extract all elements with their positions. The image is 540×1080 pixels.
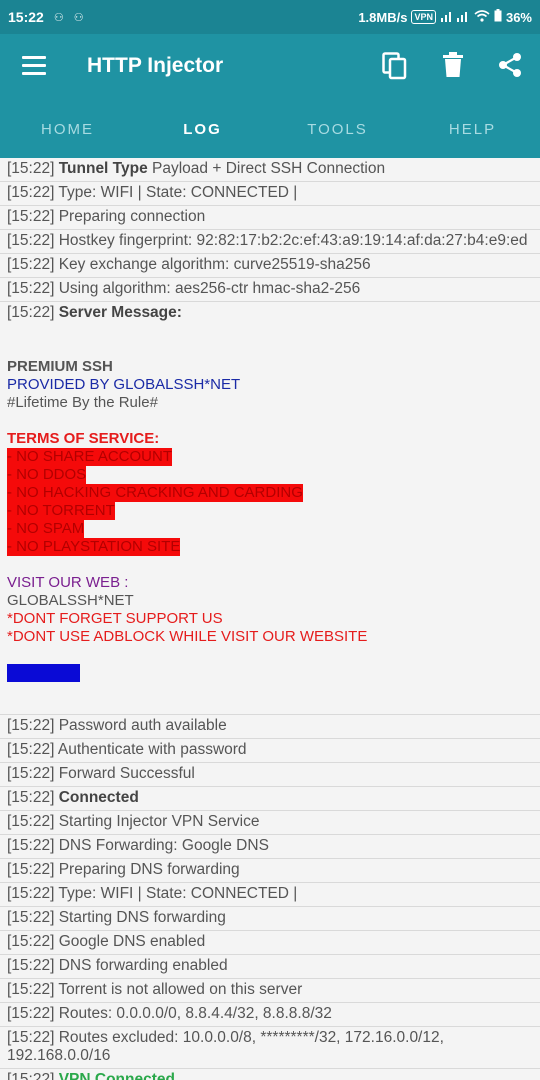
log-entry: [15:22] Password auth available xyxy=(0,715,540,739)
log-entry: [15:22] Connected xyxy=(0,787,540,811)
log-entry: [15:22] Type: WIFI | State: CONNECTED | xyxy=(0,883,540,907)
notification-icon: ⚇ xyxy=(53,11,64,24)
battery-level: 36% xyxy=(505,9,532,25)
banner-title: PREMIUM SSH xyxy=(7,358,113,375)
banner-tagline: #Lifetime By the Rule# xyxy=(7,394,158,411)
log-entry: [15:22] Routes excluded: 10.0.0.0/8, ***… xyxy=(0,1027,540,1069)
status-bar: 15:22 ⚇ ⚇ 1.8MB/s VPN 36% xyxy=(0,0,540,34)
website-name: GLOBALSSH*NET xyxy=(7,592,134,609)
app-bar: HTTP Injector xyxy=(0,34,540,100)
log-entry: [15:22] DNS forwarding enabled xyxy=(0,955,540,979)
status-time: 15:22 xyxy=(8,9,44,25)
adblock-note: *DONT USE ADBLOCK WHILE VISIT OUR WEBSIT… xyxy=(7,628,368,645)
log-entry: [15:22] Type: WIFI | State: CONNECTED | xyxy=(0,182,540,206)
log-entry: [15:22] DNS Forwarding: Google DNS xyxy=(0,835,540,859)
tos-item: - NO SHARE ACCOUNT xyxy=(7,448,173,466)
log-entry: [15:22] Hostkey fingerprint: 92:82:17:b2… xyxy=(0,230,540,254)
server-message-entry: [15:22] Server Message: PREMIUM SSH PROV… xyxy=(0,302,540,715)
log-entry: [15:22] Using algorithm: aes256-ctr hmac… xyxy=(0,278,540,302)
log-entry: [15:22] Tunnel Type Payload + Direct SSH… xyxy=(0,158,540,182)
support-note: *DONT FORGET SUPPORT US xyxy=(7,610,223,627)
network-speed: 1.8MB/s xyxy=(358,9,408,25)
share-icon[interactable] xyxy=(497,52,527,82)
log-entry-vpn-connected: [15:22] VPN Connected xyxy=(0,1069,540,1080)
tos-item: - NO HACKING CRACKING AND CARDING xyxy=(7,484,303,502)
log-entry: [15:22] Routes: 0.0.0.0/0, 8.8.4.4/32, 8… xyxy=(0,1003,540,1027)
server-banner: PREMIUM SSH PROVIDED BY GLOBALSSH*NET #L… xyxy=(7,358,533,702)
tab-log[interactable]: LOG xyxy=(135,100,270,158)
log-entry: [15:22] Forward Successful xyxy=(0,763,540,787)
tos-item: - NO SPAM xyxy=(7,520,85,538)
log-entry: [15:22] Google DNS enabled xyxy=(0,931,540,955)
blue-banner-block xyxy=(7,664,80,682)
tos-item: - NO PLAYSTATION SITE xyxy=(7,538,181,556)
tab-bar: HOME LOG TOOLS HELP xyxy=(0,100,540,158)
vpn-badge: VPN xyxy=(411,10,436,24)
tab-help[interactable]: HELP xyxy=(405,100,540,158)
notification-icon-2: ⚇ xyxy=(73,11,84,24)
tab-tools[interactable]: TOOLS xyxy=(270,100,405,158)
log-entry: [15:22] Key exchange algorithm: curve255… xyxy=(0,254,540,278)
log-entry: [15:22] Preparing DNS forwarding xyxy=(0,859,540,883)
log-entry: [15:22] Starting Injector VPN Service xyxy=(0,811,540,835)
banner-provider: PROVIDED BY GLOBALSSH*NET xyxy=(7,376,241,393)
tos-title: TERMS OF SERVICE: xyxy=(7,430,160,447)
visit-label: VISIT OUR WEB : xyxy=(7,574,129,591)
tos-item: - NO TORRENT xyxy=(7,502,115,520)
copy-icon[interactable] xyxy=(382,52,412,82)
delete-icon[interactable] xyxy=(442,52,472,82)
log-entry: [15:22] Starting DNS forwarding xyxy=(0,907,540,931)
wifi-icon xyxy=(474,9,490,25)
signal-icon xyxy=(440,10,470,25)
log-entry: [15:22] Preparing connection xyxy=(0,206,540,230)
log-list[interactable]: [15:22] Tunnel Type Payload + Direct SSH… xyxy=(0,158,540,1080)
log-entry: [15:22] Authenticate with password xyxy=(0,739,540,763)
battery-icon xyxy=(494,9,502,25)
log-entry: [15:22] Torrent is not allowed on this s… xyxy=(0,979,540,1003)
menu-icon[interactable] xyxy=(22,56,46,76)
tab-home[interactable]: HOME xyxy=(0,100,135,158)
tos-item: - NO DDOS xyxy=(7,466,87,484)
app-title: HTTP Injector xyxy=(87,54,224,77)
